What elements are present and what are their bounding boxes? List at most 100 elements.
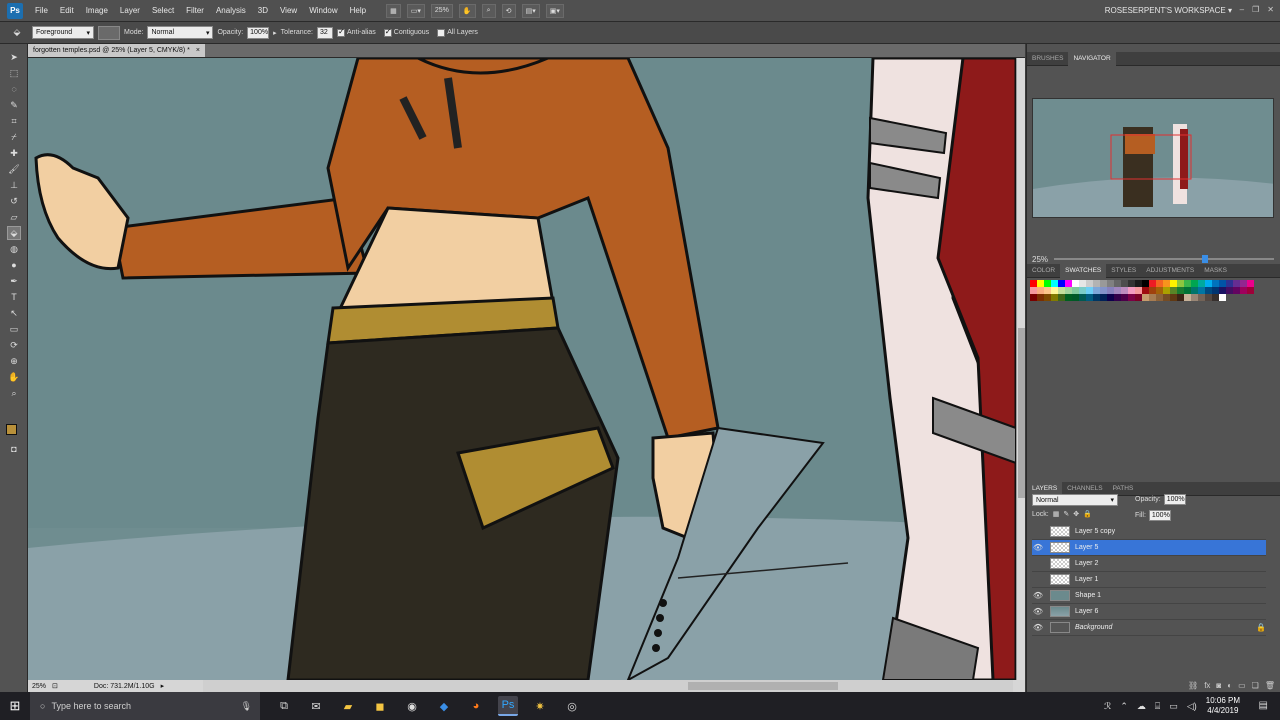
- horizontal-scroll-thumb[interactable]: [688, 682, 838, 690]
- navigator-preview[interactable]: [1032, 98, 1274, 218]
- swatch[interactable]: [1072, 280, 1079, 287]
- lock-transparency-icon[interactable]: ▦: [1053, 510, 1060, 518]
- shape-tool-icon[interactable]: ▭: [7, 322, 21, 336]
- swatch[interactable]: [1177, 294, 1184, 301]
- eraser-tool-icon[interactable]: ▱: [7, 210, 21, 224]
- layer-row[interactable]: 👁 Layer 6: [1032, 604, 1266, 620]
- swatch[interactable]: [1079, 294, 1086, 301]
- swatch[interactable]: [1114, 280, 1121, 287]
- workspace-switcher[interactable]: ROSESERPENT'S WORKSPACE ▾: [1105, 6, 1232, 15]
- swatch[interactable]: [1072, 294, 1079, 301]
- swatch[interactable]: [1093, 294, 1100, 301]
- firefox-icon[interactable]: ◕: [466, 696, 486, 716]
- swatch[interactable]: [1030, 294, 1037, 301]
- blend-mode-select[interactable]: Normal ▾: [1032, 494, 1118, 506]
- volume-icon[interactable]: ◁): [1187, 701, 1197, 712]
- swatch[interactable]: [1100, 287, 1107, 294]
- swatch[interactable]: [1086, 287, 1093, 294]
- quick-mask-icon[interactable]: ◘: [7, 442, 21, 456]
- swatch[interactable]: [1100, 294, 1107, 301]
- swatch[interactable]: [1205, 294, 1212, 301]
- swatch[interactable]: [1030, 287, 1037, 294]
- pattern-picker[interactable]: [98, 25, 120, 40]
- photoshop-taskbar-icon[interactable]: Ps: [498, 696, 518, 716]
- fill-field[interactable]: 100%: [1148, 510, 1171, 521]
- swatch[interactable]: [1170, 280, 1177, 287]
- swatch[interactable]: [1121, 287, 1128, 294]
- swatch[interactable]: [1233, 287, 1240, 294]
- notifications-icon[interactable]: ▤: [1259, 700, 1268, 711]
- menu-file[interactable]: File: [29, 6, 54, 15]
- tab-styles[interactable]: STYLES: [1106, 264, 1141, 278]
- swatch[interactable]: [1037, 280, 1044, 287]
- minimize-icon[interactable]: –: [1240, 5, 1244, 14]
- cloud-icon[interactable]: ☁: [1137, 701, 1146, 712]
- menu-layer[interactable]: Layer: [114, 6, 146, 15]
- people-icon[interactable]: ℛ: [1104, 701, 1111, 712]
- swatch[interactable]: [1149, 294, 1156, 301]
- swatch[interactable]: [1058, 280, 1065, 287]
- task-view-icon[interactable]: ⧉: [274, 696, 294, 716]
- swatch[interactable]: [1205, 287, 1212, 294]
- paint-bucket-icon[interactable]: ⬙: [10, 26, 24, 40]
- tab-color[interactable]: COLOR: [1027, 264, 1060, 278]
- swatch[interactable]: [1226, 287, 1233, 294]
- swatch[interactable]: [1163, 280, 1170, 287]
- store-icon[interactable]: ◼: [370, 696, 390, 716]
- swatch[interactable]: [1198, 287, 1205, 294]
- rotate-icon[interactable]: ⟲: [501, 3, 516, 18]
- swatch[interactable]: [1233, 280, 1240, 287]
- opacity-field[interactable]: 100%: [247, 26, 270, 39]
- swatch[interactable]: [1142, 280, 1149, 287]
- swatch[interactable]: [1184, 280, 1191, 287]
- eyedropper-tool-icon[interactable]: ⌿: [7, 130, 21, 144]
- swatch[interactable]: [1219, 294, 1226, 301]
- menu-image[interactable]: Image: [80, 6, 114, 15]
- visibility-eye-icon[interactable]: [1032, 574, 1044, 586]
- status-menu-icon[interactable]: ⊡: [52, 682, 58, 690]
- swatch[interactable]: [1051, 294, 1058, 301]
- swatch[interactable]: [1128, 287, 1135, 294]
- mail-icon[interactable]: ✉: [306, 696, 326, 716]
- visibility-eye-icon[interactable]: 👁: [1032, 606, 1044, 618]
- view-extras-icon[interactable]: ▭▾: [406, 3, 425, 18]
- swatch[interactable]: [1058, 287, 1065, 294]
- swatch[interactable]: [1191, 287, 1198, 294]
- swatch[interactable]: [1170, 294, 1177, 301]
- tab-masks[interactable]: MASKS: [1199, 264, 1232, 278]
- healing-brush-tool-icon[interactable]: ✚: [7, 146, 21, 160]
- swatch[interactable]: [1030, 280, 1037, 287]
- swatch[interactable]: [1240, 280, 1247, 287]
- swatch[interactable]: [1247, 287, 1254, 294]
- visibility-eye-icon[interactable]: 👁: [1032, 542, 1044, 554]
- swatch[interactable]: [1205, 280, 1212, 287]
- swatch[interactable]: [1114, 287, 1121, 294]
- status-arrow-icon[interactable]: ▸: [161, 682, 165, 690]
- swatch[interactable]: [1051, 287, 1058, 294]
- swatch[interactable]: [1128, 294, 1135, 301]
- move-tool-icon[interactable]: ➤: [7, 50, 21, 64]
- restore-icon[interactable]: ❐: [1252, 5, 1259, 14]
- swatch[interactable]: [1044, 280, 1051, 287]
- swatch[interactable]: [1156, 280, 1163, 287]
- swatch[interactable]: [1079, 287, 1086, 294]
- bridge-icon[interactable]: ▦: [386, 3, 401, 18]
- fill-source-select[interactable]: Foreground ▾: [32, 26, 94, 39]
- contiguous-checkbox[interactable]: Contiguous: [383, 27, 429, 37]
- swatch[interactable]: [1219, 280, 1226, 287]
- clone-stamp-tool-icon[interactable]: ⊥: [7, 178, 21, 192]
- tab-brushes[interactable]: BRUSHES: [1027, 52, 1068, 66]
- tolerance-field[interactable]: 32: [316, 26, 333, 39]
- swatch[interactable]: [1079, 280, 1086, 287]
- new-layer-icon[interactable]: ❏: [1252, 681, 1259, 690]
- swatch[interactable]: [1142, 287, 1149, 294]
- swatch[interactable]: [1065, 280, 1072, 287]
- blur-tool-icon[interactable]: ◍: [7, 242, 21, 256]
- swatch[interactable]: [1135, 280, 1142, 287]
- link-layers-icon[interactable]: ⛓: [1188, 681, 1198, 690]
- screen-mode-icon[interactable]: ▣▾: [545, 3, 564, 18]
- menu-window[interactable]: Window: [303, 6, 343, 15]
- dropbox-icon[interactable]: ◆: [434, 696, 454, 716]
- lasso-tool-icon[interactable]: ◌: [7, 82, 21, 96]
- menu-select[interactable]: Select: [146, 6, 180, 15]
